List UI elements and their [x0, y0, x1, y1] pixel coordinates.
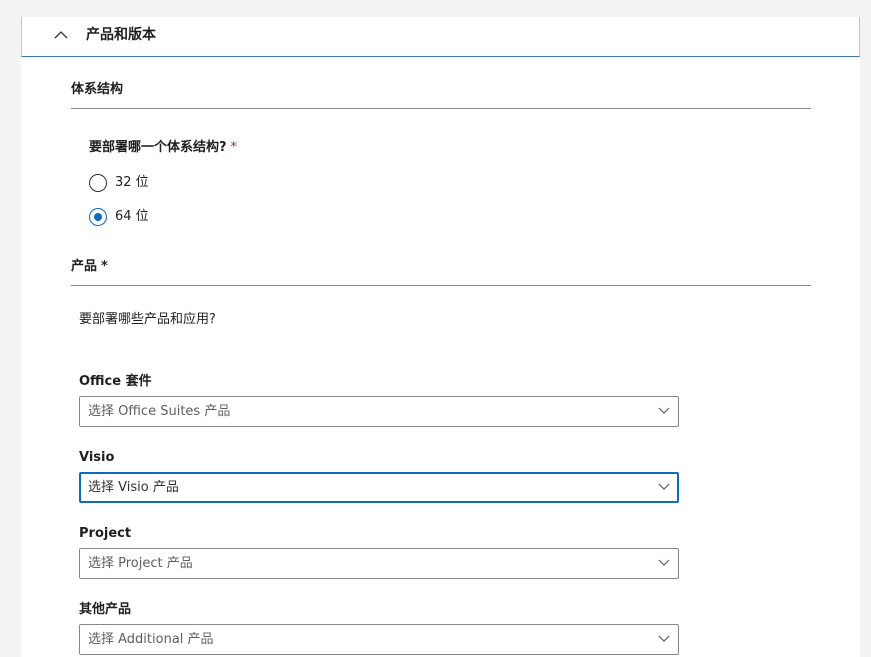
- visio-dropdown-placeholder: 选择 Visio 产品: [88, 480, 179, 495]
- radio-option-32-bit[interactable]: 32 位: [89, 173, 149, 193]
- architecture-divider: [71, 108, 811, 109]
- products-section-title: 产品 *: [71, 258, 108, 276]
- office-suites-dropdown-placeholder: 选择 Office Suites 产品: [88, 404, 231, 419]
- required-marker: *: [230, 140, 238, 155]
- chevron-up-icon[interactable]: [54, 30, 68, 40]
- chevron-down-icon: [658, 483, 670, 490]
- products-section-title-text: 产品: [71, 259, 98, 274]
- visio-label: Visio: [79, 450, 115, 465]
- project-label: Project: [79, 526, 132, 541]
- chevron-down-icon: [658, 559, 670, 566]
- office-suites-label: Office 套件: [79, 374, 152, 389]
- radio-option-64-bit[interactable]: 64 位: [89, 207, 149, 227]
- additional-products-label: 其他产品: [79, 602, 132, 617]
- chevron-down-icon: [658, 635, 670, 642]
- products-required-marker: *: [101, 259, 108, 274]
- radio-button-32-bit[interactable]: [89, 174, 107, 192]
- additional-products-dropdown-placeholder: 选择 Additional 产品: [88, 632, 214, 647]
- architecture-question: 要部署哪一个体系结构? *: [89, 139, 237, 157]
- architecture-section-title: 体系结构: [71, 82, 124, 97]
- radio-label-64-bit: 64 位: [115, 209, 149, 224]
- project-dropdown[interactable]: 选择 Project 产品: [79, 548, 679, 579]
- additional-products-dropdown[interactable]: 选择 Additional 产品: [79, 624, 679, 655]
- project-dropdown-placeholder: 选择 Project 产品: [88, 556, 193, 571]
- radio-label-32-bit: 32 位: [115, 175, 149, 190]
- architecture-question-text: 要部署哪一个体系结构?: [89, 140, 227, 155]
- products-description: 要部署哪些产品和应用?: [79, 312, 216, 327]
- accordion-title: 产品和版本: [86, 27, 156, 43]
- office-suites-dropdown[interactable]: 选择 Office Suites 产品: [79, 396, 679, 427]
- products-and-versions-panel: 产品和版本 体系结构 要部署哪一个体系结构? * 32 位 64 位 产品 * 要部…: [21, 17, 860, 657]
- radio-button-64-bit[interactable]: [89, 208, 107, 226]
- products-divider: [71, 285, 811, 286]
- accordion-header-products-and-versions[interactable]: 产品和版本: [21, 17, 860, 57]
- visio-dropdown[interactable]: 选择 Visio 产品: [79, 472, 679, 503]
- chevron-down-icon: [658, 407, 670, 414]
